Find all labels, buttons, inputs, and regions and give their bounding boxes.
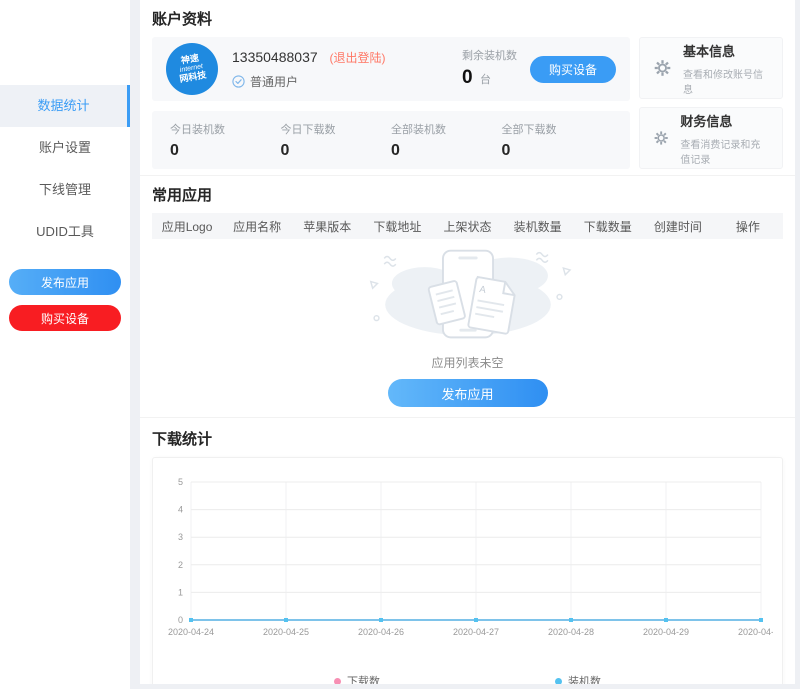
svg-text:2020-04-30: 2020-04-30: [738, 627, 773, 637]
basic-info-title: 基本信息: [683, 41, 768, 60]
table-header-cell: 应用名称: [222, 218, 292, 235]
svg-text:5: 5: [178, 477, 183, 487]
stat-today-downloads: 今日下载数 0: [281, 121, 392, 159]
legend-dot-pink: [334, 678, 341, 685]
stat-total-installs: 全部装机数 0: [391, 121, 502, 159]
legend-dot-blue: [555, 678, 562, 685]
empty-state-text: 应用列表未空: [152, 354, 783, 371]
remaining-devices-value: 0: [462, 67, 473, 88]
remaining-devices-label: 剩余装机数: [462, 49, 522, 64]
account-phone: 13350488037: [232, 49, 318, 65]
verified-icon: [232, 75, 245, 88]
buy-device-button[interactable]: 购买设备: [530, 56, 616, 83]
legend-item-installs[interactable]: 装机数: [555, 673, 601, 684]
logout-link[interactable]: (退出登陆): [330, 51, 386, 65]
table-header-cell: 应用Logo: [152, 218, 222, 235]
svg-text:1: 1: [178, 587, 183, 597]
sidebar-item-offline-manage[interactable]: 下线管理: [0, 169, 130, 211]
stats-card: 今日装机数 0 今日下载数 0 全部装机数 0 全部下载数: [152, 111, 630, 169]
account-right-column: 基本信息 查看和修改账号信息: [639, 37, 783, 169]
table-header-cell: 下载数量: [573, 218, 643, 235]
gear-icon: [654, 59, 671, 77]
apps-table-header: 应用Logo 应用名称 苹果版本 下载地址 上架状态 装机数量 下载数量 创建时…: [152, 213, 783, 239]
legend-item-downloads[interactable]: 下载数: [334, 673, 380, 684]
line-chart: 0 1 2 3 4 5 2020-04-24 2020-04-25 2020-04-26 2020…: [161, 468, 773, 666]
svg-text:2: 2: [178, 560, 183, 570]
user-type-badge: 普通用户: [250, 73, 298, 90]
remaining-devices-unit: 台: [480, 74, 491, 86]
account-section-title: 账户资料: [152, 8, 783, 29]
table-header-cell: 上架状态: [432, 218, 502, 235]
finance-info-card[interactable]: 财务信息 查看消费记录和充值记录: [639, 107, 783, 169]
profile-info: 13350488037 (退出登陆) 普通用户: [232, 49, 386, 90]
downloads-chart: 0 1 2 3 4 5 2020-04-24 2020-04-25 2020-04-26 2020…: [152, 457, 783, 684]
table-header-cell: 操作: [713, 218, 783, 235]
avatar: 神速 internet 网科技: [166, 43, 218, 95]
svg-text:2020-04-29: 2020-04-29: [643, 627, 689, 637]
account-section: 账户资料 神速 internet 网科技 1335: [140, 0, 795, 176]
profile-card: 神速 internet 网科技 13350488037 (退出登陆): [152, 37, 630, 101]
table-header-cell: 苹果版本: [292, 218, 362, 235]
avatar-logo-text: 神速 internet 网科技: [176, 53, 207, 85]
basic-info-desc: 查看和修改账号信息: [683, 66, 768, 96]
svg-text:4: 4: [178, 505, 183, 515]
account-left-column: 神速 internet 网科技 13350488037 (退出登陆): [152, 37, 630, 169]
svg-text:0: 0: [178, 615, 183, 625]
sidebar-item-udid-tool[interactable]: UDID工具: [0, 211, 130, 253]
svg-text:2020-04-27: 2020-04-27: [453, 627, 499, 637]
svg-text:3: 3: [178, 532, 183, 542]
table-header-cell: 装机数量: [503, 218, 573, 235]
table-header-cell: 下载地址: [362, 218, 432, 235]
downloads-section: 下载统计 0 1 2 3 4 5 2020-04-24 2020-04-25 2020-04-2…: [140, 418, 795, 684]
publish-app-button[interactable]: 发布应用: [388, 379, 548, 407]
stat-today-installs: 今日装机数 0: [170, 121, 281, 159]
account-row: 神速 internet 网科技 13350488037 (退出登陆): [152, 37, 783, 169]
table-header-cell: 创建时间: [643, 218, 713, 235]
apps-section-title: 常用应用: [152, 184, 783, 205]
sidebar: 数据统计 账户设置 下线管理 UDID工具 发布应用 购买设备: [0, 0, 130, 689]
empty-state-illustration: A: [353, 243, 583, 347]
stat-total-downloads: 全部下载数 0: [502, 121, 613, 159]
empty-state: A 应用列表未空 发布应用: [152, 239, 783, 407]
basic-info-card[interactable]: 基本信息 查看和修改账号信息: [639, 37, 783, 99]
chart-legend: 下载数 装机数: [161, 673, 774, 684]
sidebar-nav: 数据统计 账户设置 下线管理 UDID工具: [0, 85, 130, 253]
main-content: 账户资料 神速 internet 网科技 1335: [140, 0, 795, 684]
downloads-section-title: 下载统计: [152, 428, 783, 449]
apps-section: 常用应用 应用Logo 应用名称 苹果版本 下载地址 上架状态 装机数量 下载数…: [140, 176, 795, 418]
svg-text:2020-04-28: 2020-04-28: [548, 627, 594, 637]
remaining-devices-block: 剩余装机数 0 台: [462, 49, 522, 89]
sidebar-item-data-stats[interactable]: 数据统计: [0, 85, 130, 127]
svg-text:2020-04-26: 2020-04-26: [358, 627, 404, 637]
gear-icon: [654, 129, 668, 147]
svg-text:2020-04-24: 2020-04-24: [168, 627, 214, 637]
sidebar-item-account-settings[interactable]: 账户设置: [0, 127, 130, 169]
finance-info-desc: 查看消费记录和充值记录: [680, 136, 768, 166]
sidebar-publish-app-button[interactable]: 发布应用: [9, 269, 121, 295]
finance-info-title: 财务信息: [680, 111, 768, 130]
svg-text:2020-04-25: 2020-04-25: [263, 627, 309, 637]
sidebar-buy-device-button[interactable]: 购买设备: [9, 305, 121, 331]
